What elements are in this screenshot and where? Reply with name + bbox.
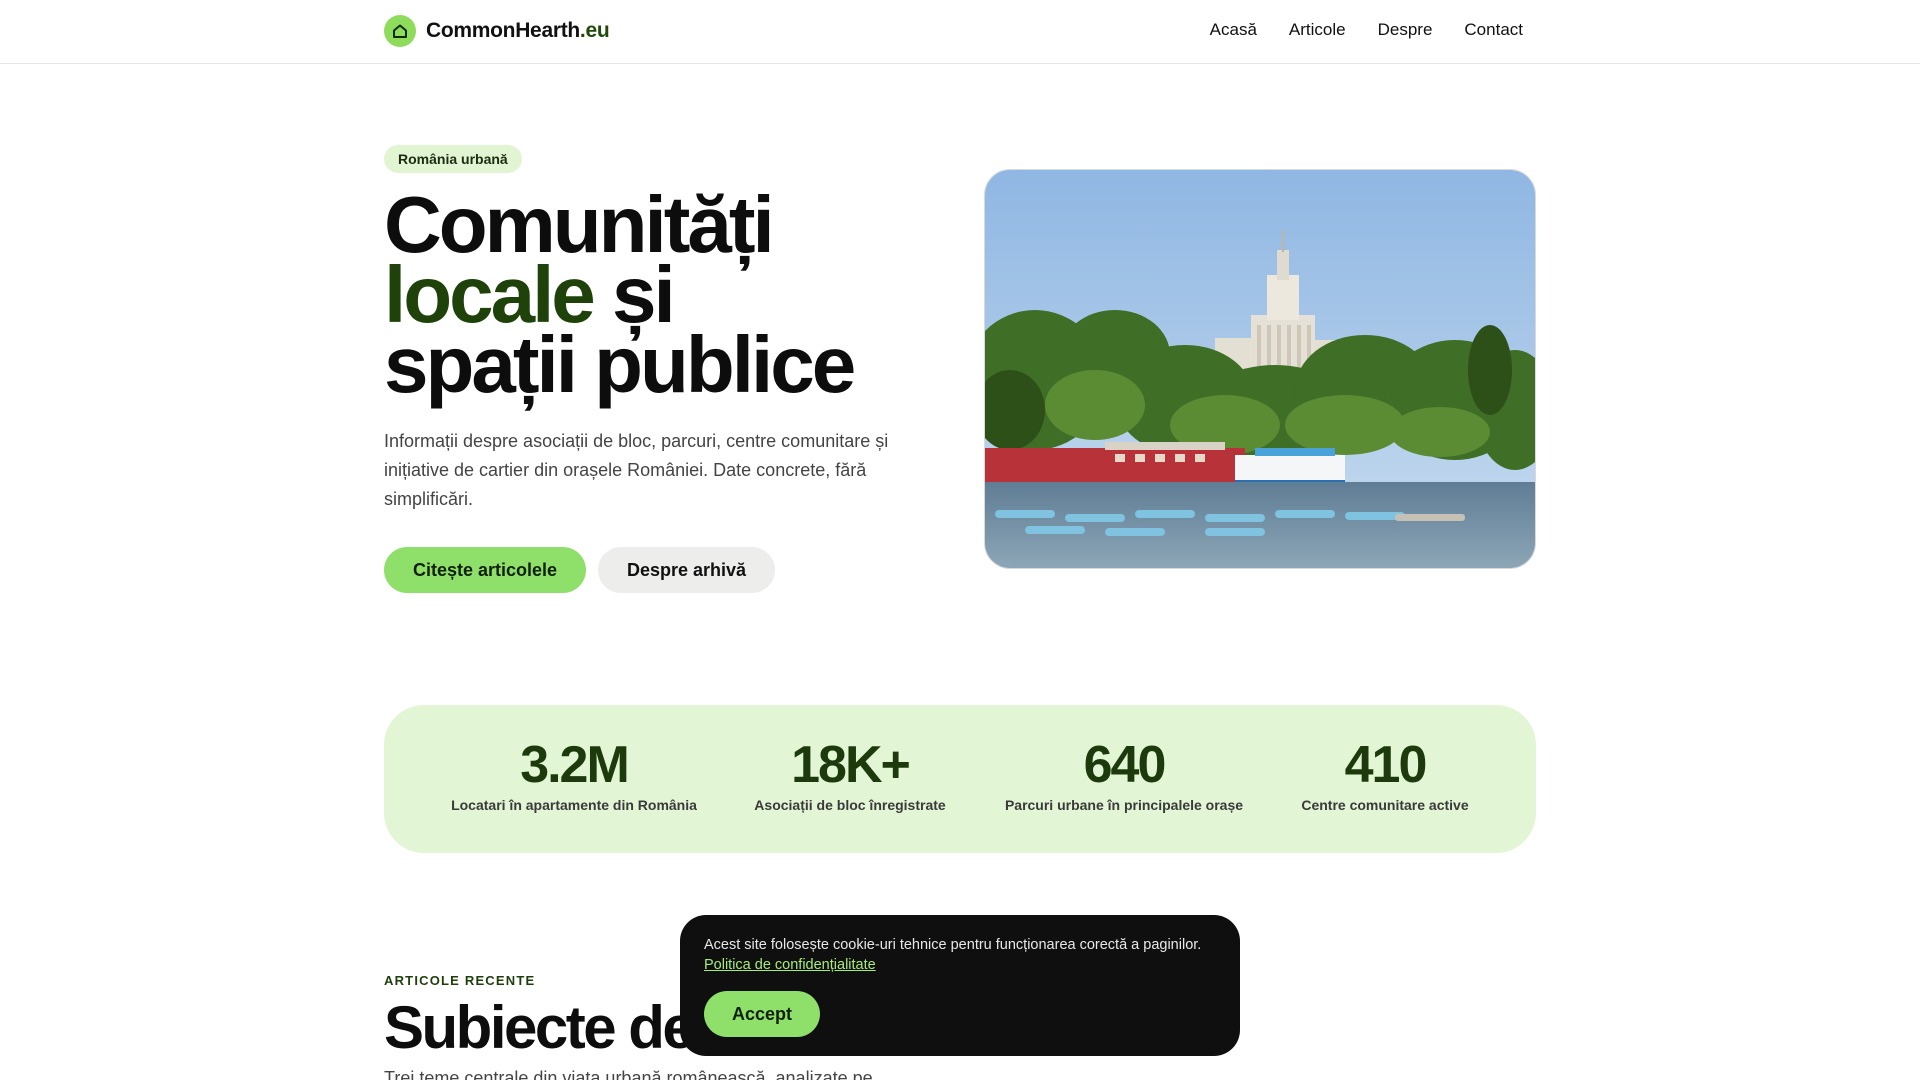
about-archive-button[interactable]: Despre arhivă [598,547,775,593]
stats-panel: 3.2M Locatari în apartamente din România… [384,705,1536,853]
category-badge: România urbană [384,145,522,173]
logo-text: CommonHearth.eu [426,19,610,42]
accept-cookies-button[interactable]: Accept [704,991,820,1037]
stat-parks: 640 Parcuri urbane în principalele orașe [1004,736,1244,813]
hero-photo-park-lake [984,169,1536,569]
hero-description: Informații despre asociații de bloc, par… [384,431,889,509]
stat-residents: 3.2M Locatari în apartamente din România [451,736,697,813]
cookie-banner: Acest site folosește cookie-uri tehnice … [680,915,1240,1056]
cookie-text: Acest site folosește cookie-uri tehnice … [704,937,1202,973]
hero-title: Comunități locale și spații publice [384,180,856,409]
section-kicker: ARTICOLE RECENTE [384,973,536,988]
stat-associations: 18K+ Asociații de bloc înregistrate [754,736,946,813]
nav-contact[interactable]: Contact [1464,20,1523,40]
site-logo[interactable]: CommonHearth.eu [384,15,610,47]
section-description: Trei teme centrale din viața urbană româ… [384,1068,873,1080]
privacy-policy-link[interactable]: Politica de confidențialitate [704,957,876,973]
home-icon [384,15,416,47]
nav-acasa[interactable]: Acasă [1210,20,1257,40]
read-articles-button[interactable]: Citește articolele [384,547,586,593]
stat-centers: 410 Centre comunitare active [1301,736,1469,813]
main-nav: Acasă Articole Despre Contact [1210,20,1523,40]
nav-articole[interactable]: Articole [1289,20,1346,40]
nav-despre[interactable]: Despre [1378,20,1433,40]
site-header: CommonHearth.eu Acasă Articole Despre Co… [0,0,1920,64]
